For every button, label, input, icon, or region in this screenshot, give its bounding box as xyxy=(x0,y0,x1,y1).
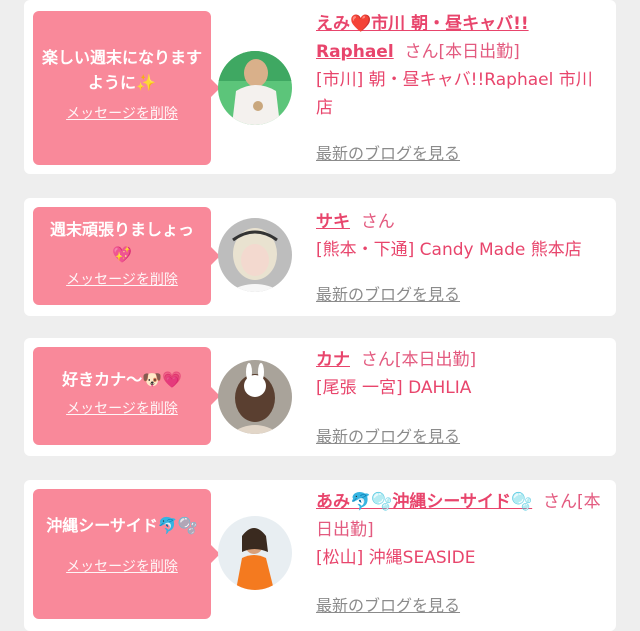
message-text: 好きカナ〜🐶💗 xyxy=(62,370,182,389)
status-badge: [本日出勤] xyxy=(394,350,477,370)
latest-blog-link[interactable]: 最新のブログを見る xyxy=(316,592,460,616)
shop-name: [熊本・下通] Candy Made 熊本店 xyxy=(316,240,582,260)
honorific: さん xyxy=(542,492,577,512)
latest-blog-link[interactable]: 最新のブログを見る xyxy=(316,140,460,164)
avatar[interactable] xyxy=(218,218,292,292)
user-name-link[interactable]: カナ xyxy=(316,350,350,370)
user-info: あみ🐬🫧沖縄シーサイド🫧 さん[本日出勤] [松山] 沖縄SEASIDE xyxy=(316,488,608,572)
message-text: 沖縄シーサイド🐬🫧 xyxy=(46,516,198,535)
latest-blog-link[interactable]: 最新のブログを見る xyxy=(316,281,460,305)
message-card: 好きカナ〜🐶💗 メッセージを削除 カナ さん[本日出勤] [尾張 一宮] DAH… xyxy=(24,338,616,456)
message-bubble: 好きカナ〜🐶💗 メッセージを削除 xyxy=(33,347,220,445)
user-name-link[interactable]: サキ xyxy=(316,212,350,232)
message-card: 楽しい週末になりますように✨ メッセージを削除 えみ❤️市川 朝・昼キャバ!! … xyxy=(24,0,616,174)
shop-name: [尾張 一宮] DAHLIA xyxy=(316,378,472,398)
honorific: さん xyxy=(404,42,439,62)
honorific: さん xyxy=(360,212,395,232)
message-bubble: 週末頑張りましょっ💖 メッセージを削除 xyxy=(33,207,220,305)
status-badge: [本日出勤] xyxy=(438,42,520,62)
user-info: サキ さん [熊本・下通] Candy Made 熊本店 xyxy=(316,208,608,264)
message-card: 週末頑張りましょっ💖 メッセージを削除 サキ さん [熊本・下通] Candy … xyxy=(24,198,616,316)
avatar[interactable] xyxy=(218,516,292,590)
honorific: さん xyxy=(360,350,395,370)
message-card: 沖縄シーサイド🐬🫧 メッセージを削除 あみ🐬🫧沖縄シーサイド🫧 さん[本日出勤]… xyxy=(24,480,616,631)
delete-message-link[interactable]: メッセージを削除 xyxy=(66,269,178,289)
delete-message-link[interactable]: メッセージを削除 xyxy=(66,103,178,123)
avatar[interactable] xyxy=(218,360,292,434)
avatar[interactable] xyxy=(218,51,292,125)
message-text: 楽しい週末になりますように✨ xyxy=(41,48,202,92)
user-info: カナ さん[本日出勤] [尾張 一宮] DAHLIA xyxy=(316,346,608,402)
latest-blog-link[interactable]: 最新のブログを見る xyxy=(316,423,460,447)
user-name-link[interactable]: あみ🐬🫧沖縄シーサイド🫧 xyxy=(316,492,532,512)
message-bubble: 沖縄シーサイド🐬🫧 メッセージを削除 xyxy=(33,489,220,619)
message-text: 週末頑張りましょっ💖 xyxy=(49,220,194,264)
shop-name: [市川] 朝・昼キャバ!!Raphael 市川店 xyxy=(316,70,593,118)
message-bubble: 楽しい週末になりますように✨ メッセージを削除 xyxy=(33,11,220,165)
delete-message-link[interactable]: メッセージを削除 xyxy=(66,556,178,576)
shop-name: [松山] 沖縄SEASIDE xyxy=(316,548,476,568)
user-info: えみ❤️市川 朝・昼キャバ!! Raphael さん[本日出勤] [市川] 朝・… xyxy=(316,10,608,122)
delete-message-link[interactable]: メッセージを削除 xyxy=(66,398,178,418)
